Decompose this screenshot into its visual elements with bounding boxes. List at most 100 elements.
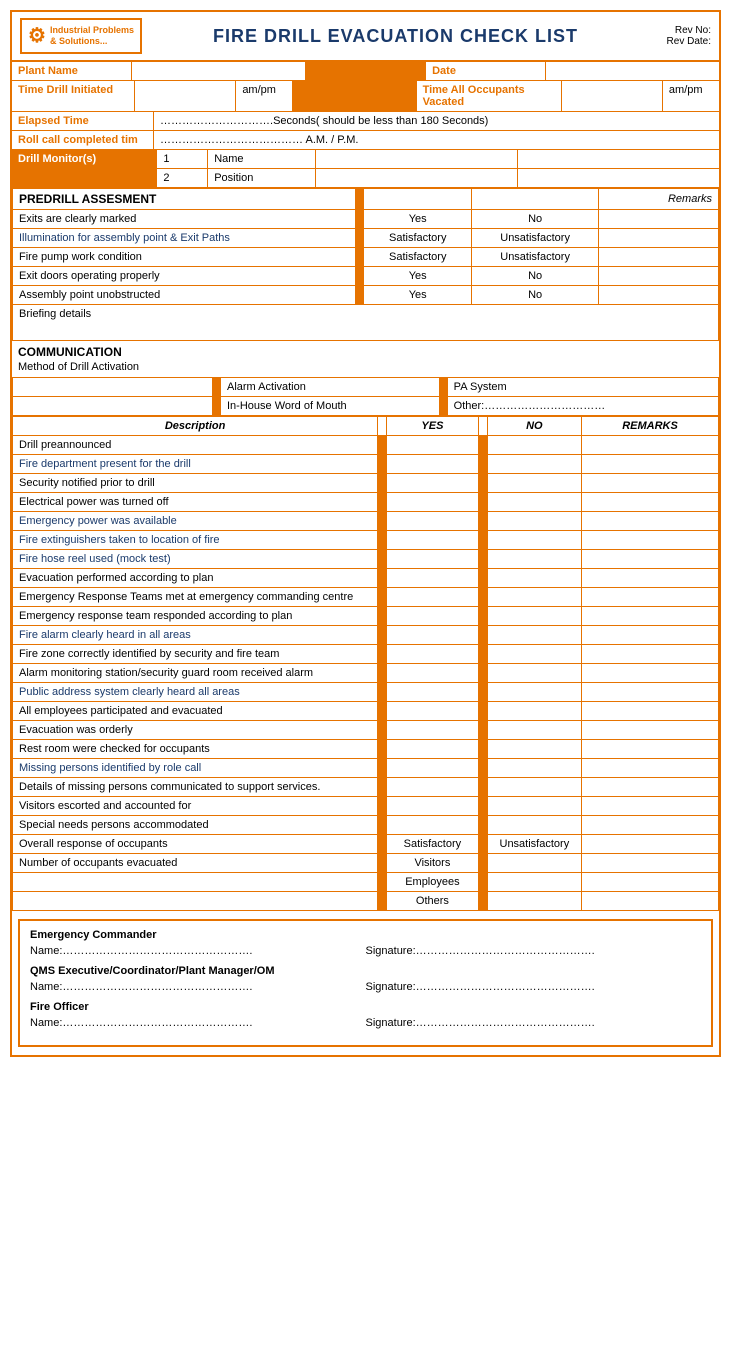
row-2-sep — [378, 474, 387, 493]
row-17-sep2 — [478, 759, 487, 778]
time-drill-value[interactable] — [135, 81, 236, 111]
row-19-remarks[interactable] — [582, 797, 719, 816]
emp-remarks[interactable] — [582, 873, 719, 892]
num-evacuated-label: Number of occupants evacuated — [13, 854, 378, 873]
row-0-yes[interactable] — [387, 436, 478, 455]
row-10-sep — [378, 626, 387, 645]
monitor1-extra[interactable] — [518, 150, 719, 168]
row-9-remarks[interactable] — [582, 607, 719, 626]
row-3-remarks[interactable] — [582, 493, 719, 512]
row-11-remarks[interactable] — [582, 645, 719, 664]
row-15-sep2 — [478, 721, 487, 740]
row-12-no[interactable] — [487, 664, 581, 683]
row-8-no[interactable] — [487, 588, 581, 607]
row-9-yes[interactable] — [387, 607, 478, 626]
row-7-remarks[interactable] — [582, 569, 719, 588]
row-8-yes[interactable] — [387, 588, 478, 607]
row-15-remarks[interactable] — [582, 721, 719, 740]
row-4-remarks[interactable] — [582, 512, 719, 531]
row-12-remarks[interactable] — [582, 664, 719, 683]
visitors-value[interactable] — [487, 854, 581, 873]
row-2-remarks[interactable] — [582, 474, 719, 493]
row-16-sep2 — [478, 740, 487, 759]
row-5-no[interactable] — [487, 531, 581, 550]
row-12-yes[interactable] — [387, 664, 478, 683]
row-6-remarks[interactable] — [582, 550, 719, 569]
row-6-yes[interactable] — [387, 550, 478, 569]
row-2-sep2 — [478, 474, 487, 493]
row-18-no[interactable] — [487, 778, 581, 797]
row-16-yes[interactable] — [387, 740, 478, 759]
row-3-no[interactable] — [487, 493, 581, 512]
row-4-no[interactable] — [487, 512, 581, 531]
row-13-no[interactable] — [487, 683, 581, 702]
row-7-no[interactable] — [487, 569, 581, 588]
predrill-remarks-3[interactable] — [599, 267, 719, 286]
row-5-remarks[interactable] — [582, 531, 719, 550]
others-value[interactable] — [487, 892, 581, 911]
row-14-yes[interactable] — [387, 702, 478, 721]
predrill-remarks-1[interactable] — [599, 229, 719, 248]
row-15-no[interactable] — [487, 721, 581, 740]
row-17-yes[interactable] — [387, 759, 478, 778]
date-value[interactable] — [546, 62, 719, 80]
checklist-row-8: Emergency Response Teams met at emergenc… — [13, 588, 719, 607]
row-20-remarks[interactable] — [582, 816, 719, 835]
overall-remarks[interactable] — [582, 835, 719, 854]
row-4-yes[interactable] — [387, 512, 478, 531]
row-15-yes[interactable] — [387, 721, 478, 740]
row-14-remarks[interactable] — [582, 702, 719, 721]
oth-remarks[interactable] — [582, 892, 719, 911]
predrill-remarks-2[interactable] — [599, 248, 719, 267]
time-all-value[interactable] — [562, 81, 663, 111]
row-16-no[interactable] — [487, 740, 581, 759]
monitor1-name-value[interactable] — [316, 150, 518, 168]
row-11-no[interactable] — [487, 645, 581, 664]
row-7-yes[interactable] — [387, 569, 478, 588]
row-8-remarks[interactable] — [582, 588, 719, 607]
row-10-label: Fire alarm clearly heard in all areas — [13, 626, 378, 645]
page-header: ⚙ Industrial Problems & Solutions... FIR… — [12, 12, 719, 62]
row-18-yes[interactable] — [387, 778, 478, 797]
row-17-remarks[interactable] — [582, 759, 719, 778]
row-10-remarks[interactable] — [582, 626, 719, 645]
row-5-yes[interactable] — [387, 531, 478, 550]
row-1-remarks[interactable] — [582, 455, 719, 474]
row-10-no[interactable] — [487, 626, 581, 645]
row-16-remarks[interactable] — [582, 740, 719, 759]
row-6-sep — [378, 550, 387, 569]
row-13-remarks[interactable] — [582, 683, 719, 702]
monitor2-extra[interactable] — [518, 169, 719, 187]
plant-name-value[interactable] — [132, 62, 306, 80]
row-14-no[interactable] — [487, 702, 581, 721]
predrill-label-3: Exit doors operating properly — [13, 267, 356, 286]
row-20-yes[interactable] — [387, 816, 478, 835]
row-0-no[interactable] — [487, 436, 581, 455]
row-17-no[interactable] — [487, 759, 581, 778]
row-13-yes[interactable] — [387, 683, 478, 702]
occ-remarks[interactable] — [582, 854, 719, 873]
row-9-sep — [378, 607, 387, 626]
row-18-remarks[interactable] — [582, 778, 719, 797]
row-19-no[interactable] — [487, 797, 581, 816]
row-2-no[interactable] — [487, 474, 581, 493]
predrill-remarks-0[interactable] — [599, 210, 719, 229]
row-9-no[interactable] — [487, 607, 581, 626]
row-0-remarks[interactable] — [582, 436, 719, 455]
row-11-yes[interactable] — [387, 645, 478, 664]
row-3-yes[interactable] — [387, 493, 478, 512]
predrill-table: PREDRILL ASSESMENT Remarks Exits are cle… — [12, 188, 719, 341]
row-6-no[interactable] — [487, 550, 581, 569]
predrill-remarks-4[interactable] — [599, 286, 719, 305]
employees-value[interactable] — [487, 873, 581, 892]
row-20-no[interactable] — [487, 816, 581, 835]
monitor2-pos-value[interactable] — [316, 169, 518, 187]
row-1-no[interactable] — [487, 455, 581, 474]
row-19-yes[interactable] — [387, 797, 478, 816]
row-10-yes[interactable] — [387, 626, 478, 645]
row-2-yes[interactable] — [387, 474, 478, 493]
predrill-col3-4: No — [472, 286, 599, 305]
alarm-cell: Alarm Activation — [221, 378, 440, 397]
predrill-remarks-header: Remarks — [599, 189, 719, 210]
row-1-yes[interactable] — [387, 455, 478, 474]
